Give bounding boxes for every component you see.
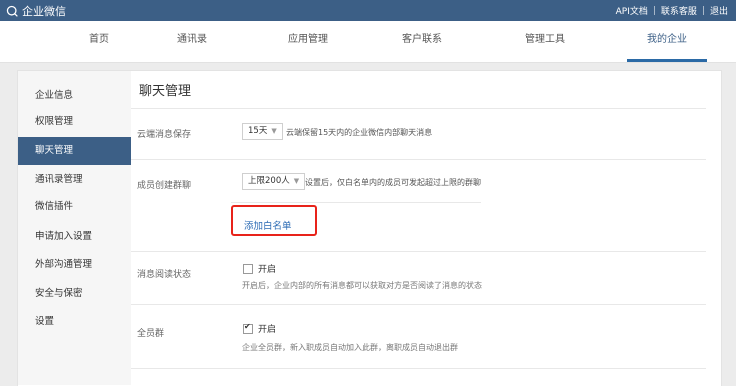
all-staff-group-desc: 企业全员群，新入职成员自动加入此群，离职成员自动退出群 bbox=[242, 343, 458, 352]
read-status-desc: 开启后，企业内部的所有消息都可以获取对方是否阅读了消息的状态 bbox=[242, 281, 482, 290]
checkbox-unchecked-icon bbox=[243, 263, 253, 274]
cloud-storage-select[interactable]: 15天 ▼ bbox=[242, 123, 283, 140]
read-status-option: 开启 bbox=[258, 265, 277, 275]
tab-management-tools[interactable]: 管理工具 bbox=[525, 21, 565, 62]
all-staff-group-checkbox[interactable]: 开启 bbox=[243, 322, 276, 335]
sidebar-item-wechat-plugin[interactable]: 微信插件 bbox=[18, 193, 131, 221]
chevron-down-icon: ▼ bbox=[271, 127, 277, 135]
group-limit-select[interactable]: 上限200人 ▼ bbox=[242, 173, 306, 190]
page-title: 聊天管理 bbox=[139, 84, 192, 99]
group-create-label: 成员创建群聊 bbox=[137, 181, 192, 191]
sidebar: 企业信息 权限管理 聊天管理 通讯录管理 微信插件 申请加入设置 外部沟通管理 … bbox=[18, 71, 131, 385]
sidebar-item-join-settings[interactable]: 申请加入设置 bbox=[18, 223, 131, 251]
sidebar-item-enterprise-info[interactable]: 企业信息 bbox=[18, 82, 131, 110]
cloud-storage-label: 云端消息保存 bbox=[137, 130, 192, 140]
link-separator: | bbox=[652, 5, 656, 16]
sidebar-item-external-communication[interactable]: 外部沟通管理 bbox=[18, 251, 131, 279]
whitelist-highlight-box bbox=[231, 205, 317, 236]
tab-contacts[interactable]: 通讯录 bbox=[177, 21, 207, 62]
tab-home[interactable]: 首页 bbox=[89, 21, 109, 62]
group-limit-value: 上限200人 bbox=[248, 176, 290, 186]
wecom-logo-icon bbox=[6, 5, 18, 17]
brand-logo[interactable]: 企业微信 bbox=[6, 3, 66, 19]
sidebar-item-settings[interactable]: 设置 bbox=[18, 308, 131, 336]
main-panel: 聊天管理 云端消息保存 15天 ▼ 云端保留15天内的企业微信内部聊天消息 成员创… bbox=[131, 71, 720, 385]
sidebar-item-permissions[interactable]: 权限管理 bbox=[18, 108, 131, 136]
read-status-label: 消息阅读状态 bbox=[137, 270, 192, 280]
all-staff-group-option: 开启 bbox=[258, 325, 277, 335]
tab-customer-contact[interactable]: 客户联系 bbox=[402, 21, 442, 62]
group-create-hint: 设置后，仅白名单内的成员可发起超过上限的群聊 bbox=[305, 178, 481, 187]
sidebar-item-security[interactable]: 安全与保密 bbox=[18, 280, 131, 308]
api-docs-link[interactable]: API文档 bbox=[616, 4, 648, 17]
divider bbox=[131, 251, 706, 252]
divider bbox=[131, 108, 706, 109]
chevron-down-icon: ▼ bbox=[293, 177, 300, 185]
top-bar: 企业微信 API文档 | 联系客服 | 退出 bbox=[0, 0, 736, 21]
tab-my-enterprise[interactable]: 我的企业 bbox=[627, 21, 707, 62]
sidebar-item-chat-management[interactable]: 聊天管理 bbox=[18, 137, 131, 165]
cloud-storage-value: 15天 bbox=[248, 126, 268, 136]
cloud-storage-hint: 云端保留15天内的企业微信内部聊天消息 bbox=[286, 128, 433, 137]
divider bbox=[231, 202, 481, 203]
logout-link[interactable]: 退出 bbox=[710, 4, 728, 17]
divider bbox=[131, 159, 706, 160]
sidebar-item-contacts-management[interactable]: 通讯录管理 bbox=[18, 166, 131, 194]
top-links: API文档 | 联系客服 | 退出 bbox=[616, 4, 728, 18]
divider bbox=[131, 304, 706, 305]
brand-name: 企业微信 bbox=[22, 5, 66, 18]
divider bbox=[131, 368, 706, 369]
main-nav: 首页 通讯录 应用管理 客户联系 管理工具 我的企业 bbox=[0, 21, 736, 63]
all-staff-group-label: 全员群 bbox=[137, 329, 165, 339]
link-separator: | bbox=[701, 5, 705, 16]
tab-app-management[interactable]: 应用管理 bbox=[288, 21, 328, 62]
read-status-checkbox[interactable]: 开启 bbox=[243, 262, 276, 275]
checkbox-checked-icon bbox=[243, 322, 253, 334]
contact-support-link[interactable]: 联系客服 bbox=[661, 4, 697, 17]
